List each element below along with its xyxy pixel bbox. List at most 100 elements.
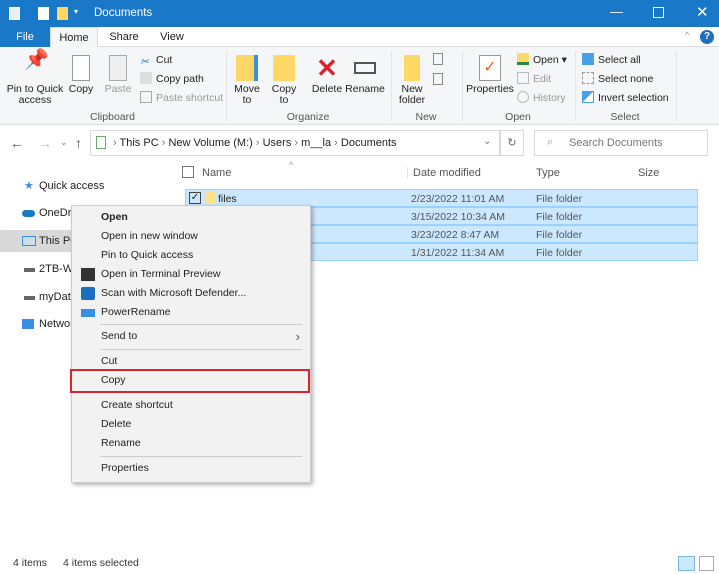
defender-shield-icon [81, 287, 95, 300]
history-button[interactable]: History [517, 90, 566, 107]
row-type: File folder [536, 226, 582, 244]
move-to-button[interactable]: Move to [232, 55, 262, 106]
address-bar[interactable]: › This PC › New Volume (M:) › Users › m_… [90, 130, 500, 156]
copy-to-icon [273, 55, 295, 81]
row-date: 1/31/2022 11:34 AM [411, 244, 504, 262]
new-folder-label: New folder [399, 83, 425, 106]
history-label: History [533, 92, 566, 104]
new-folder-icon [404, 55, 420, 81]
large-icons-view-button[interactable] [699, 556, 714, 571]
new-item-icon[interactable] [433, 53, 443, 65]
address-dropdown-icon[interactable]: ⌄ [483, 136, 491, 147]
copy-path-label: Copy path [156, 73, 204, 85]
tab-file[interactable]: File [0, 27, 50, 47]
copy-path-button[interactable]: Copy path [140, 71, 204, 88]
back-button[interactable]: ← [10, 135, 24, 151]
menu-label: Open in Terminal Preview [101, 268, 220, 280]
menu-open[interactable]: Open [72, 208, 310, 227]
menu-label: Scan with Microsoft Defender... [101, 287, 246, 299]
copy-label: Copy [69, 83, 94, 95]
row-checkbox[interactable]: ✓ [189, 192, 201, 204]
menu-send-to[interactable]: Send to› [72, 327, 310, 346]
drive-icon [24, 296, 35, 300]
crumb-this-pc[interactable]: This PC [120, 137, 159, 149]
scissors-icon: ✂ [140, 54, 152, 66]
tab-home[interactable]: Home [50, 27, 98, 48]
crumb-users[interactable]: Users [263, 137, 292, 149]
new-group-label: New [391, 111, 461, 123]
menu-powerrename[interactable]: PowerRename [72, 303, 310, 322]
menu-create-shortcut[interactable]: Create shortcut [72, 396, 310, 415]
column-date-modified[interactable]: Date modified [407, 167, 481, 179]
pin-quick-access-button[interactable]: 📌Pin to Quick access [4, 55, 66, 106]
rename-label: Rename [345, 83, 385, 95]
minimize-button[interactable]: — [610, 4, 623, 19]
select-all-checkbox[interactable] [182, 166, 194, 178]
crumb-documents[interactable]: Documents [341, 137, 397, 149]
properties-qat-icon[interactable] [38, 7, 49, 20]
open-folder-icon [517, 53, 529, 65]
qat-dropdown-icon[interactable]: ▾ [74, 7, 78, 16]
copy-button[interactable]: Copy [66, 55, 96, 95]
recent-locations-button[interactable]: ⌄ [60, 137, 68, 148]
folder-qat-icon[interactable] [57, 7, 68, 20]
selected-count: 4 items selected [63, 553, 139, 574]
properties-button[interactable]: ✓Properties [465, 55, 515, 95]
row-type: File folder [536, 208, 582, 226]
up-button[interactable]: ↑ [75, 135, 82, 151]
divider [676, 51, 677, 121]
column-size[interactable]: Size [638, 167, 659, 179]
invert-selection-button[interactable]: Invert selection [582, 90, 669, 107]
menu-pin-quick-access[interactable]: Pin to Quick access [72, 246, 310, 265]
cloud-icon [22, 210, 35, 217]
open-button[interactable]: Open ▾ [517, 52, 567, 69]
collapse-ribbon-icon[interactable]: ^ [685, 30, 689, 40]
easy-access-icon[interactable] [433, 73, 443, 85]
breadcrumb: › This PC › New Volume (M:) › Users › m_… [113, 137, 397, 149]
select-none-button[interactable]: Select none [582, 71, 653, 88]
window-title: Documents [94, 7, 152, 19]
nav-quick-access[interactable]: ★Quick access [0, 175, 180, 197]
row-date: 2/23/2022 11:01 AM [411, 190, 504, 208]
column-type[interactable]: Type [536, 167, 560, 179]
paste-label: Paste [105, 83, 132, 95]
row-type: File folder [536, 190, 582, 208]
edit-icon [517, 72, 529, 84]
rename-button[interactable]: Rename [345, 55, 385, 95]
copy-to-button[interactable]: Copy to [269, 55, 299, 106]
refresh-button[interactable]: ↻ [500, 130, 524, 156]
edit-button[interactable]: Edit [517, 71, 551, 88]
close-button[interactable]: ✕ [696, 3, 709, 21]
select-all-button[interactable]: Select all [582, 52, 641, 69]
column-name[interactable]: Name [202, 167, 231, 179]
maximize-button[interactable] [653, 7, 664, 18]
menu-open-new-window[interactable]: Open in new window [72, 227, 310, 246]
paste-shortcut-button[interactable]: Paste shortcut [140, 90, 223, 107]
details-view-button[interactable] [678, 556, 695, 571]
menu-delete[interactable]: Delete [72, 415, 310, 434]
menu-divider [100, 456, 302, 457]
crumb-user[interactable]: m__la [301, 137, 331, 149]
delete-button[interactable]: ✕Delete [310, 55, 344, 95]
row-date: 3/23/2022 8:47 AM [411, 226, 499, 244]
menu-scan-defender[interactable]: Scan with Microsoft Defender... [72, 284, 310, 303]
copy-icon [72, 55, 90, 81]
paste-button[interactable]: Paste [102, 55, 134, 95]
crumb-new-volume[interactable]: New Volume (M:) [168, 137, 252, 149]
tab-view[interactable]: View [148, 27, 196, 47]
rename-icon [354, 62, 376, 74]
cut-button[interactable]: ✂Cut [140, 52, 172, 69]
search-box[interactable]: ⌕ Search Documents [534, 130, 708, 156]
paste-shortcut-label: Paste shortcut [156, 92, 223, 104]
menu-properties[interactable]: Properties [72, 459, 310, 478]
select-all-label: Select all [598, 54, 641, 66]
tab-share[interactable]: Share [100, 27, 148, 47]
forward-button[interactable]: → [38, 135, 52, 151]
menu-label: PowerRename [101, 306, 170, 318]
help-icon[interactable]: ? [700, 30, 714, 44]
menu-open-terminal[interactable]: Open in Terminal Preview [72, 265, 310, 284]
new-folder-button[interactable]: New folder [395, 55, 429, 106]
star-icon: ★ [24, 175, 34, 197]
menu-rename[interactable]: Rename [72, 434, 310, 453]
pin-label: Pin to Quick access [7, 83, 64, 106]
